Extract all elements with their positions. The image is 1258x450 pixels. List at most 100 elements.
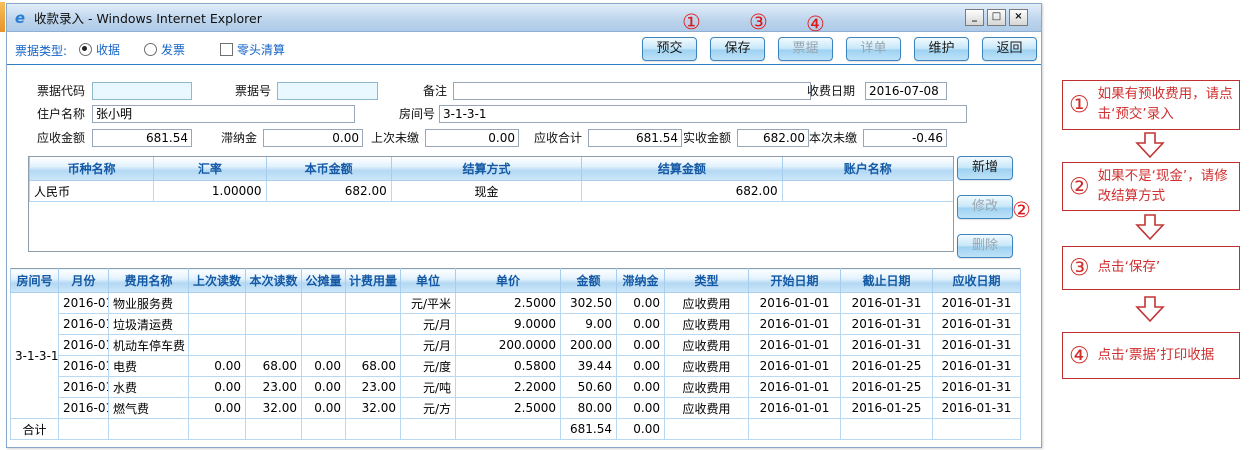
maximize-button[interactable]: □	[987, 9, 1006, 26]
charge-date-input[interactable]	[865, 82, 947, 100]
fee-cell: 0.5800	[456, 356, 561, 377]
receivable-total-input[interactable]	[588, 129, 682, 147]
room-no-cell: 3-1-3-1	[11, 293, 59, 419]
badge-ticket: ④	[806, 14, 825, 35]
fee-cell: 0.00	[302, 398, 346, 419]
fee-row[interactable]: 3-1-3-12016-01物业服务费元/平米2.5000302.500.00应…	[11, 293, 1021, 314]
annotation-text: 如果不是‘现金’，请修改结算方式	[1098, 167, 1233, 206]
bill-code-input[interactable]	[92, 82, 192, 100]
fee-table: 房间号月份费用名称上次读数本次读数公摊量计费用量单位单价金额滞纳金类型开始日期截…	[10, 268, 1021, 440]
fee-cell: 2016-01-01	[749, 335, 841, 356]
app-window: 收款录入 - Windows Internet Explorer _ □ × 票…	[6, 3, 1042, 448]
radio-invoice[interactable]: 发票	[144, 41, 185, 58]
toolbar-button-ticket[interactable]: 票据	[778, 37, 833, 61]
radio-unselected-icon	[144, 43, 157, 56]
fee-cell: 2016-01-25	[841, 377, 933, 398]
settle-button-delete[interactable]: 删除	[957, 234, 1013, 258]
settle-button-modify[interactable]: 修改	[957, 195, 1013, 219]
fee-cell: 200.00	[561, 335, 617, 356]
fee-cell: 电费	[109, 356, 189, 377]
fee-total-cell	[749, 419, 841, 440]
fee-total-cell	[933, 419, 1021, 440]
settle-cell	[782, 181, 953, 202]
fee-cell: 2016-01-31	[933, 398, 1021, 419]
annotation-box-3: ③点击‘保存’	[1062, 246, 1240, 290]
fee-row[interactable]: 2016-01电费0.0068.000.0068.00元/度0.580039.4…	[11, 356, 1021, 377]
annotation-number: ②	[1069, 175, 1090, 199]
fee-row[interactable]: 2016-01垃圾清运费元/月9.00009.000.00应收费用2016-01…	[11, 314, 1021, 335]
fee-row[interactable]: 2016-01水费0.0023.000.0023.00元/吨2.200050.6…	[11, 377, 1021, 398]
remark-input[interactable]	[453, 82, 811, 100]
toolbar-buttons: 预交保存票据详单维护返回	[642, 37, 1037, 61]
fee-cell: 0.00	[302, 356, 346, 377]
annotation-number: ④	[1069, 344, 1090, 368]
room-no-input[interactable]	[439, 105, 967, 123]
prev-unpaid-input[interactable]	[425, 129, 519, 147]
fee-cell: 燃气费	[109, 398, 189, 419]
fee-cell	[302, 293, 346, 314]
title-bar[interactable]: 收款录入 - Windows Internet Explorer _ □ ×	[7, 4, 1041, 32]
radio-receipt[interactable]: 收据	[79, 41, 120, 58]
settlement-grid: 币种名称汇率本币金额结算方式结算金额账户名称人民币1.00000682.00现金…	[28, 156, 954, 252]
fee-row[interactable]: 2016-01燃气费0.0032.000.0032.00元/方2.500080.…	[11, 398, 1021, 419]
badge-modify: ②	[1012, 200, 1031, 221]
settlement-area: 币种名称汇率本币金额结算方式结算金额账户名称人民币1.00000682.00现金…	[7, 153, 1041, 254]
fee-cell: 元/月	[401, 335, 456, 356]
receivable-input[interactable]	[92, 129, 192, 147]
close-button[interactable]: ×	[1009, 9, 1028, 26]
checkbox-rounding[interactable]: 零头清算	[220, 41, 285, 58]
toolbar-button-prepay[interactable]: 预交	[642, 37, 697, 61]
fee-cell: 50.60	[561, 377, 617, 398]
resident-name-input[interactable]	[92, 105, 355, 123]
fee-cell: 元/平米	[401, 293, 456, 314]
fee-cell: 2016-01	[59, 377, 109, 398]
fee-cell: 2016-01-01	[749, 293, 841, 314]
fee-cell: 2016-01	[59, 398, 109, 419]
late-fee-input[interactable]	[263, 129, 363, 147]
toolbar-button-detail[interactable]: 详单	[846, 37, 901, 61]
fee-cell: 0.00	[189, 377, 246, 398]
fee-cell: 元/月	[401, 314, 456, 335]
toolbar-button-save[interactable]: 保存	[710, 37, 765, 61]
fee-cell: 0.00	[617, 377, 665, 398]
fee-total-row: 合计681.540.00	[11, 419, 1021, 440]
fee-total-cell	[189, 419, 246, 440]
toolbar-button-back[interactable]: 返回	[982, 37, 1037, 61]
fee-total-cell: 681.54	[561, 419, 617, 440]
fee-total-cell	[456, 419, 561, 440]
fee-cell: 元/度	[401, 356, 456, 377]
checkbox-rounding-label: 零头清算	[237, 41, 285, 58]
toolbar-button-maintain[interactable]: 维护	[914, 37, 969, 61]
bill-no-input[interactable]	[277, 82, 378, 100]
fee-cell: 2016-01-31	[933, 356, 1021, 377]
bill-no-label: 票据号	[203, 82, 271, 100]
current-unpaid-input[interactable]	[863, 129, 947, 147]
fee-cell: 应收费用	[665, 356, 749, 377]
receivable-total-label: 应收合计	[522, 129, 582, 147]
fee-total-cell	[665, 419, 749, 440]
annotation-box-1: ①如果有预收费用，请点击‘预交’录入	[1062, 80, 1240, 130]
minimize-button[interactable]: _	[965, 9, 984, 26]
badge-save: ③	[749, 12, 768, 33]
window-title: 收款录入 - Windows Internet Explorer	[34, 8, 262, 27]
fee-cell	[346, 314, 401, 335]
fee-cell: 200.0000	[456, 335, 561, 356]
fee-cell: 0.00	[617, 335, 665, 356]
settle-button-add[interactable]: 新增	[957, 156, 1013, 180]
fee-cell: 32.00	[246, 398, 302, 419]
left-edge-accent	[0, 2, 5, 32]
resident-name-label: 住户名称	[17, 105, 85, 123]
fee-cell: 0.00	[617, 293, 665, 314]
flow-arrow-icon	[1134, 296, 1166, 323]
annotation-box-2: ② 如果不是‘现金’，请修改结算方式	[1062, 162, 1240, 211]
settle-header-row: 币种名称汇率本币金额结算方式结算金额账户名称	[30, 157, 954, 181]
fee-row[interactable]: 2016-01机动车停车费元/月200.0000200.000.00应收费用20…	[11, 335, 1021, 356]
fee-col-header: 单位	[401, 269, 456, 293]
settle-row[interactable]: 人民币1.00000682.00现金682.00	[30, 181, 954, 202]
settle-cell: 现金	[391, 181, 581, 202]
receivable-label: 应收金额	[17, 129, 85, 147]
fee-total-cell	[302, 419, 346, 440]
received-label: 实收金额	[671, 129, 731, 147]
fee-cell	[302, 335, 346, 356]
fee-cell: 0.00	[189, 398, 246, 419]
